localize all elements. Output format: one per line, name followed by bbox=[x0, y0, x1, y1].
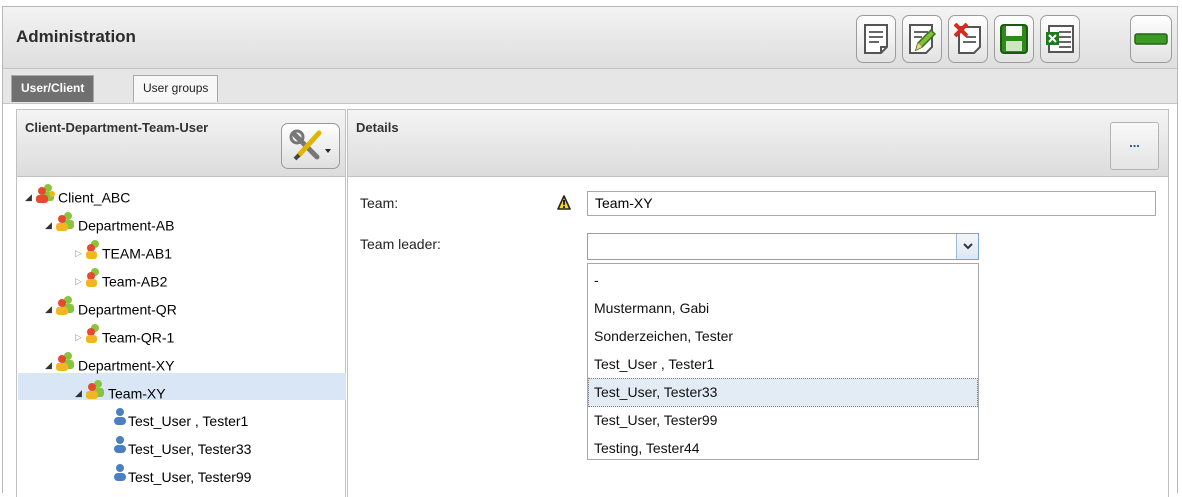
save-icon bbox=[1000, 24, 1028, 54]
dropdown-trigger[interactable] bbox=[956, 234, 978, 259]
dropdown-option[interactable]: Sonderzeichen, Tester bbox=[588, 322, 978, 351]
tree-node-label: Team-QR-1 bbox=[102, 329, 175, 346]
new-record-icon bbox=[864, 24, 888, 54]
expanded-arrow-icon[interactable]: ◢ bbox=[45, 353, 55, 378]
tree-node-client[interactable]: ◢ Client_ABC bbox=[25, 183, 131, 211]
tree-node-team-open[interactable]: ◢ Team-XY bbox=[75, 379, 166, 407]
team-label: Team: bbox=[360, 195, 399, 211]
tree-panel: ◢ Client_ABC ◢ Department-AB ▷ TEAM-AB1 ▷ Team-… bbox=[16, 177, 346, 497]
minimize-icon bbox=[1134, 33, 1168, 45]
tree-node-user[interactable]: Test_User, Tester99 bbox=[113, 463, 252, 490]
expanded-arrow-icon[interactable]: ◢ bbox=[25, 185, 35, 210]
details-panel-title: Details bbox=[356, 120, 399, 135]
chevron-down-icon bbox=[962, 243, 973, 250]
edit-record-button[interactable] bbox=[902, 15, 942, 63]
tree-node-label: Department-AB bbox=[78, 217, 175, 234]
tree-node-department[interactable]: ◢ Department-XY bbox=[45, 351, 175, 379]
save-button[interactable] bbox=[994, 15, 1034, 63]
collapsed-arrow-icon[interactable]: ▷ bbox=[75, 269, 85, 294]
warning-icon bbox=[557, 195, 571, 214]
tree-panel-title: Client-Department-Team-User bbox=[25, 120, 209, 135]
tree-node-team[interactable]: ▷ Team-AB2 bbox=[75, 267, 168, 295]
expanded-arrow-icon[interactable]: ◢ bbox=[45, 297, 55, 322]
excel-export-button[interactable] bbox=[1040, 15, 1080, 63]
edit-record-icon bbox=[909, 24, 936, 54]
team-input[interactable]: Team-XY bbox=[587, 191, 1156, 216]
group-icon bbox=[55, 351, 77, 379]
minimize-button[interactable] bbox=[1130, 15, 1172, 63]
tree-node-user[interactable]: Test_User, Tester33 bbox=[113, 435, 252, 462]
tree-node-label: Department-XY bbox=[78, 357, 175, 374]
group-icon bbox=[55, 295, 77, 323]
tab-bar: User/Client User groups bbox=[3, 69, 1177, 104]
expanded-arrow-icon[interactable]: ◢ bbox=[45, 213, 55, 238]
group-icon bbox=[85, 239, 101, 267]
tools-icon bbox=[289, 129, 331, 161]
dropdown-option[interactable]: Test_User , Tester1 bbox=[588, 350, 978, 379]
client-icon bbox=[35, 183, 57, 211]
group-icon bbox=[85, 379, 107, 407]
tree-node-label: Test_User, Tester33 bbox=[128, 441, 252, 457]
dropdown-option[interactable]: Mustermann, Gabi bbox=[588, 294, 978, 323]
dropdown-option[interactable]: - bbox=[588, 266, 978, 295]
tree-node-label: Test_User, Tester99 bbox=[128, 469, 252, 485]
collapsed-arrow-icon[interactable]: ▷ bbox=[75, 241, 85, 266]
user-icon bbox=[113, 407, 127, 433]
group-icon bbox=[85, 323, 101, 351]
tree-node-label: Department-QR bbox=[78, 301, 177, 318]
expanded-arrow-icon[interactable]: ◢ bbox=[75, 381, 85, 406]
team-leader-label: Team leader: bbox=[360, 236, 441, 252]
tree-node-label: Team-XY bbox=[108, 385, 166, 402]
tree-node-label: Team-AB2 bbox=[102, 273, 168, 290]
user-icon bbox=[113, 463, 127, 489]
excel-export-icon bbox=[1046, 25, 1074, 53]
details-panel: Team: Team-XY Team leader: - Mustermann, … bbox=[347, 177, 1169, 497]
dropdown-option[interactable]: Testing, Tester44 bbox=[588, 434, 978, 463]
tree-node-department[interactable]: ◢ Department-AB bbox=[45, 211, 175, 239]
tree-node-label: Test_User , Tester1 bbox=[128, 413, 249, 429]
dropdown-option[interactable]: Test_User, Tester33 bbox=[588, 378, 978, 407]
tree-node-label: Client_ABC bbox=[58, 189, 131, 206]
tree-node-team[interactable]: ▷ Team-QR-1 bbox=[75, 323, 175, 351]
tab-user-client[interactable]: User/Client bbox=[11, 75, 95, 102]
delete-record-button[interactable] bbox=[948, 15, 988, 63]
tab-user-groups[interactable]: User groups bbox=[133, 75, 219, 102]
tree-node-team[interactable]: ▷ TEAM-AB1 bbox=[75, 239, 173, 267]
page-title: Administration bbox=[16, 27, 136, 46]
team-leader-select[interactable] bbox=[587, 233, 979, 260]
tree-node-department[interactable]: ◢ Department-QR bbox=[45, 295, 177, 323]
collapsed-arrow-icon[interactable]: ▷ bbox=[75, 325, 85, 350]
tree-panel-header: Client-Department-Team-User bbox=[16, 109, 346, 177]
dropdown-option[interactable]: Test_User, Tester99 bbox=[588, 406, 978, 435]
more-options-button[interactable]: ... bbox=[1110, 122, 1159, 170]
details-panel-header: Details ... bbox=[347, 109, 1169, 177]
group-icon bbox=[55, 211, 77, 239]
team-leader-dropdown-list: - Mustermann, Gabi Sonderzeichen, Tester Te… bbox=[587, 263, 979, 460]
new-record-button[interactable] bbox=[856, 15, 896, 63]
tree-node-label: TEAM-AB1 bbox=[102, 245, 173, 262]
user-icon bbox=[113, 435, 127, 461]
delete-record-icon bbox=[954, 23, 981, 54]
header-bar: Administration bbox=[3, 7, 1177, 69]
tools-menu-button[interactable] bbox=[281, 123, 340, 169]
tree-node-user[interactable]: Test_User , Tester1 bbox=[113, 407, 249, 434]
group-icon bbox=[85, 267, 101, 295]
